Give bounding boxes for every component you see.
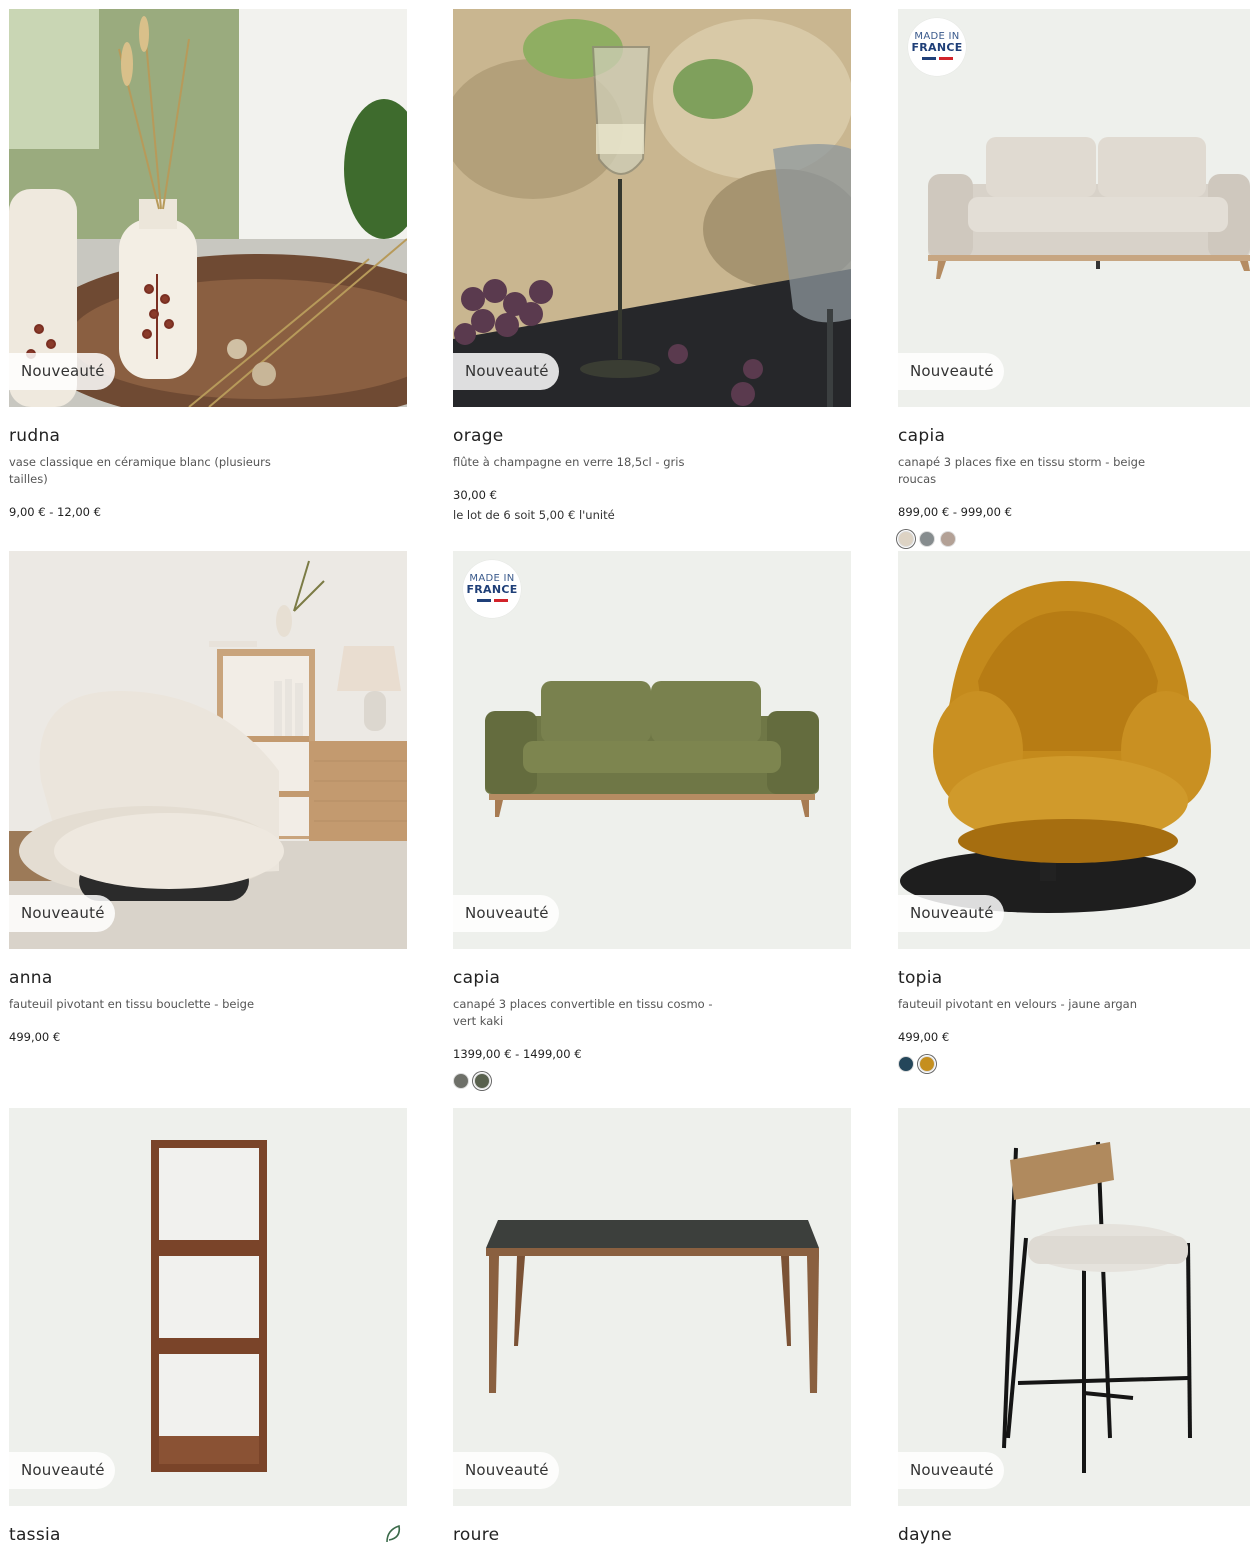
new-badge: Nouveauté — [9, 1452, 115, 1489]
champagne-flute-photo — [453, 9, 851, 407]
product-description: canapé 3 places convertible en tissu cos… — [453, 997, 713, 1028]
color-swatch[interactable] — [474, 1073, 490, 1089]
product-name[interactable]: dayne — [898, 1525, 1250, 1545]
product-card-capia-kaki[interactable]: MADE IN FRANCE Nouveauté capia canapé 3 … — [453, 551, 851, 1089]
product-card-orage[interactable]: Nouveauté orage flûte à champagne en ver… — [453, 9, 851, 522]
product-image[interactable]: Nouveauté — [898, 551, 1250, 949]
product-image[interactable]: Nouveauté — [898, 1108, 1250, 1506]
color-swatches — [898, 531, 1250, 547]
product-image[interactable]: Nouveauté — [453, 1108, 851, 1506]
product-image[interactable]: Nouveauté — [453, 9, 851, 407]
product-name[interactable]: rudna — [9, 426, 407, 446]
new-badge: Nouveauté — [453, 895, 559, 932]
product-name[interactable]: roure — [453, 1525, 851, 1545]
product-description: vase classique en céramique blanc (plusi… — [9, 455, 271, 486]
product-price: 499,00 € — [898, 1030, 950, 1044]
product-name[interactable]: tassia — [9, 1525, 407, 1545]
new-badge: Nouveauté — [453, 1452, 559, 1489]
product-price: 499,00 € — [9, 1030, 61, 1044]
product-description: canapé 3 places fixe en tissu storm - be… — [898, 455, 1146, 486]
product-name[interactable]: topia — [898, 968, 1250, 988]
product-card-anna[interactable]: Nouveauté anna fauteuil pivotant en tiss… — [9, 551, 407, 1044]
product-price: 899,00 € - 999,00 € — [898, 505, 1012, 519]
color-swatches — [453, 1073, 851, 1089]
product-price-unit-note: le lot de 6 soit 5,00 € l'unité — [453, 508, 615, 522]
product-description: flûte à champagne en verre 18,5cl - gris — [453, 455, 685, 469]
new-badge: Nouveauté — [898, 353, 1004, 390]
color-swatch[interactable] — [898, 531, 914, 547]
product-price: 1399,00 € - 1499,00 € — [453, 1047, 582, 1061]
color-swatch[interactable] — [898, 1056, 914, 1072]
new-badge: Nouveauté — [9, 353, 115, 390]
made-in-france-badge: MADE IN FRANCE — [908, 18, 966, 76]
product-description: fauteuil pivotant en tissu bouclette - b… — [9, 997, 255, 1011]
made-in-france-badge: MADE IN FRANCE — [463, 560, 521, 618]
shelf-unit-photo — [9, 1108, 407, 1506]
sofa-green-photo — [453, 551, 851, 949]
color-swatch[interactable] — [919, 1056, 935, 1072]
armchair-boucle-photo — [9, 551, 407, 949]
color-swatches — [898, 1056, 1250, 1072]
product-card-roure[interactable]: Nouveauté roure — [453, 1108, 851, 1545]
bar-stool-photo — [898, 1108, 1250, 1506]
eco-leaf-icon — [386, 1524, 401, 1543]
new-badge: Nouveauté — [898, 895, 1004, 932]
product-name[interactable]: capia — [453, 968, 851, 988]
product-price: 30,00 € — [453, 488, 497, 502]
product-name[interactable]: capia — [898, 426, 1250, 446]
product-name[interactable]: orage — [453, 426, 851, 446]
product-price: 9,00 € - 12,00 € — [9, 505, 101, 519]
product-image[interactable]: Nouveauté — [9, 1108, 407, 1506]
color-swatch[interactable] — [919, 531, 935, 547]
product-card-dayne[interactable]: Nouveauté dayne — [898, 1108, 1250, 1545]
new-badge: Nouveauté — [453, 353, 559, 390]
product-image[interactable]: Nouveauté — [9, 551, 407, 949]
product-card-capia-beige[interactable]: MADE IN FRANCE Nouveauté capia canapé 3 … — [898, 9, 1250, 547]
product-image[interactable]: Nouveauté — [9, 9, 407, 407]
product-card-tassia[interactable]: Nouveauté tassia — [9, 1108, 407, 1545]
color-swatch[interactable] — [453, 1073, 469, 1089]
product-card-rudna[interactable]: Nouveauté rudna vase classique en cérami… — [9, 9, 407, 519]
color-swatch[interactable] — [940, 531, 956, 547]
new-badge: Nouveauté — [9, 895, 115, 932]
product-description: fauteuil pivotant en velours - jaune arg… — [898, 997, 1138, 1011]
product-card-topia[interactable]: Nouveauté topia fauteuil pivotant en vel… — [898, 551, 1250, 1072]
product-image[interactable]: MADE IN FRANCE Nouveauté — [898, 9, 1250, 407]
product-image[interactable]: MADE IN FRANCE Nouveauté — [453, 551, 851, 949]
swivel-armchair-photo — [898, 551, 1250, 949]
dining-table-photo — [453, 1108, 851, 1506]
product-name[interactable]: anna — [9, 968, 407, 988]
vase-photo — [9, 9, 407, 407]
new-badge: Nouveauté — [898, 1452, 1004, 1489]
